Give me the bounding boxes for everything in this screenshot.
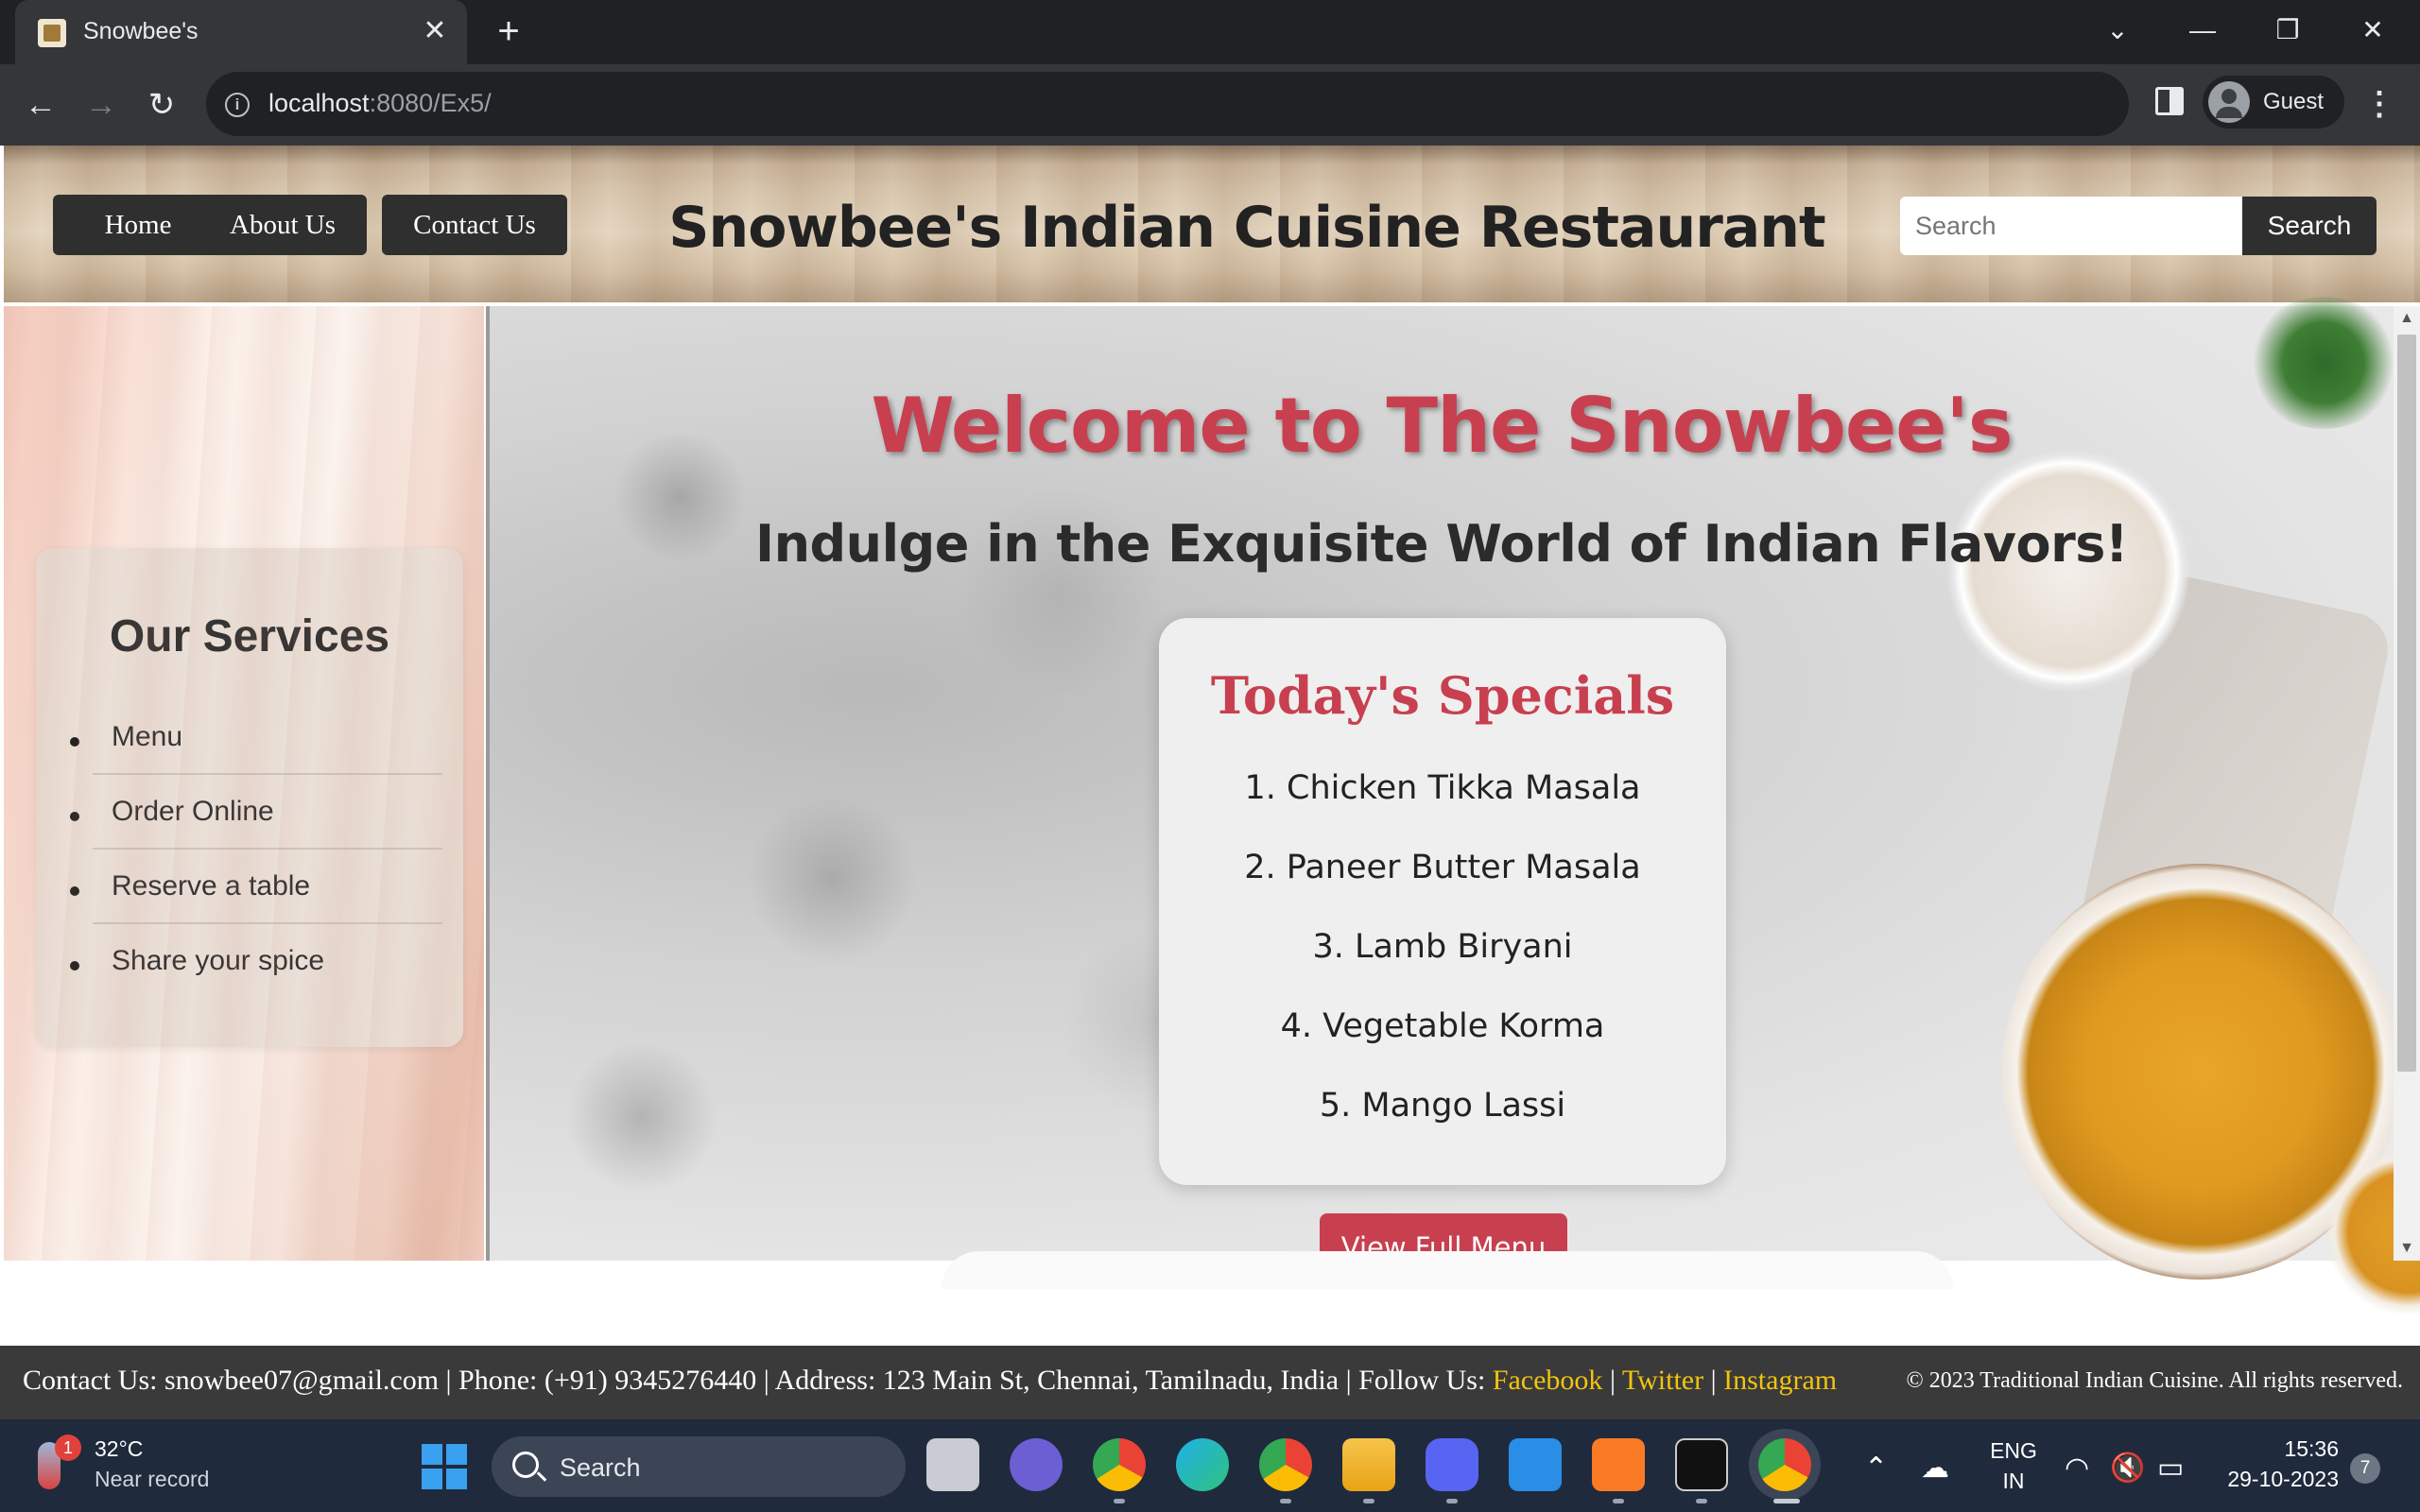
edge-app-icon[interactable] <box>1176 1438 1229 1491</box>
taskbar-search-label: Search <box>560 1453 641 1482</box>
favicon-icon <box>38 19 66 47</box>
service-share-spice[interactable]: Share your spice <box>93 923 442 999</box>
site-info-icon[interactable]: i <box>225 93 250 117</box>
browser-tab[interactable]: Snowbee's ✕ <box>15 0 467 64</box>
scroll-down-icon[interactable]: ▼ <box>2394 1236 2420 1261</box>
taskbar-search[interactable]: Search <box>492 1436 906 1497</box>
tab-close-icon[interactable]: ✕ <box>416 13 454 51</box>
page-viewport: Home About Us Contact Us Snowbee's India… <box>0 146 2420 1419</box>
service-order-online[interactable]: Order Online <box>93 774 442 850</box>
specials-card: Today's Specials 1. Chicken Tikka Masala… <box>1159 618 1726 1185</box>
bullet-icon <box>70 886 79 896</box>
sidebar: Our Services Menu Order Online Reserve a… <box>4 306 484 1261</box>
active-indicator <box>1773 1499 1800 1503</box>
page-scrollbar[interactable]: ▲ ▼ <box>2394 306 2420 1261</box>
weather-badge: 1 <box>55 1435 81 1461</box>
back-icon[interactable]: ← <box>19 83 62 127</box>
running-indicator <box>1363 1499 1374 1503</box>
nav-about-us[interactable]: About Us <box>199 195 367 255</box>
service-menu[interactable]: Menu <box>93 699 442 775</box>
running-indicator <box>1613 1499 1624 1503</box>
site-search-input[interactable] <box>1900 197 2242 255</box>
onedrive-icon[interactable]: ☁ <box>1921 1452 1949 1485</box>
file-explorer-app-icon[interactable] <box>1342 1438 1395 1491</box>
running-indicator <box>1696 1499 1707 1503</box>
minimize-button[interactable]: — <box>2174 9 2231 51</box>
discord-app-icon[interactable] <box>1426 1438 1478 1491</box>
side-panel-icon[interactable] <box>2155 87 2184 115</box>
tab-search-icon[interactable]: ⌄ <box>2089 9 2146 51</box>
scroll-thumb[interactable] <box>2397 335 2416 1072</box>
tray-overflow-icon[interactable]: ⌃ <box>1864 1452 1888 1485</box>
bullet-icon <box>70 737 79 747</box>
scroll-up-icon[interactable]: ▲ <box>2394 306 2420 331</box>
vscode-app-icon[interactable] <box>1509 1438 1562 1491</box>
running-indicator <box>1114 1499 1125 1503</box>
special-item: 2. Paneer Butter Masala <box>1244 849 1641 886</box>
browser-tab-strip: Snowbee's ✕ + ⌄ — ❐ ✕ <box>0 0 2420 64</box>
footer-copyright: © 2023 Traditional Indian Cuisine. All r… <box>1906 1368 2403 1393</box>
site-title: Snowbee's Indian Cuisine Restaurant <box>668 195 1825 261</box>
language-bottom[interactable]: IN <box>1985 1469 2042 1494</box>
footer-instagram-link[interactable]: Instagram <box>1723 1365 1837 1396</box>
site-footer: Contact Us: snowbee07@gmail.com | Phone:… <box>0 1346 2420 1419</box>
special-item: 5. Mango Lassi <box>1319 1087 1566 1125</box>
url-text[interactable]: localhost:8080/Ex5/ <box>268 89 492 118</box>
service-reserve-table[interactable]: Reserve a table <box>93 849 442 924</box>
clock-date[interactable]: 29-10-2023 <box>2206 1467 2339 1492</box>
close-window-button[interactable]: ✕ <box>2344 9 2401 51</box>
profile-button[interactable]: Guest <box>2203 76 2344 129</box>
welcome-heading: Welcome to The Snowbee's <box>871 382 2014 470</box>
profile-label: Guest <box>2263 89 2325 114</box>
windows-start-icon[interactable] <box>422 1444 467 1489</box>
volume-muted-icon[interactable]: 🔇 <box>2110 1452 2145 1485</box>
browser-menu-icon[interactable]: ⋮ <box>2363 81 2395 127</box>
address-bar[interactable]: i localhost:8080/Ex5/ <box>206 72 2129 136</box>
weather-temperature[interactable]: 32°C <box>95 1436 143 1462</box>
search-icon <box>512 1452 539 1478</box>
tagline: Indulge in the Exquisite World of Indian… <box>754 514 2129 574</box>
running-indicator <box>1446 1499 1458 1503</box>
next-section-edge <box>942 1251 1953 1289</box>
special-item: 3. Lamb Biryani <box>1312 928 1573 966</box>
file-manager-app-icon[interactable] <box>926 1438 979 1491</box>
new-tab-button[interactable]: + <box>486 11 531 53</box>
forward-icon[interactable]: → <box>79 83 123 127</box>
nav-home[interactable]: Home <box>53 195 223 255</box>
chrome-profile-app-icon[interactable] <box>1259 1438 1312 1491</box>
special-item: 4. Vegetable Korma <box>1280 1007 1605 1045</box>
zoom-app-icon[interactable] <box>1010 1438 1063 1491</box>
terminal-app-icon[interactable] <box>1675 1438 1728 1491</box>
services-card: Our Services Menu Order Online Reserve a… <box>36 548 463 1047</box>
site-header: Home About Us Contact Us Snowbee's India… <box>4 146 2420 302</box>
hero-section: Welcome to The Snowbee's Indulge in the … <box>486 297 2420 1327</box>
bullet-icon <box>70 961 79 971</box>
tab-title: Snowbee's <box>83 18 199 44</box>
services-title: Our Services <box>109 611 390 662</box>
language-top[interactable]: ENG <box>1985 1438 2042 1464</box>
footer-contact: Contact Us: snowbee07@gmail.com | Phone:… <box>23 1365 1838 1396</box>
special-item: 1. Chicken Tikka Masala <box>1244 769 1641 807</box>
notification-badge[interactable]: 7 <box>2350 1453 2380 1484</box>
bullet-icon <box>70 812 79 821</box>
clock-time[interactable]: 15:36 <box>2216 1436 2339 1462</box>
reload-icon[interactable]: ↻ <box>140 83 183 127</box>
footer-facebook-link[interactable]: Facebook <box>1493 1365 1603 1396</box>
chrome-app-icon[interactable] <box>1093 1438 1146 1491</box>
specials-title: Today's Specials <box>1210 665 1675 726</box>
restore-button[interactable]: ❐ <box>2259 9 2316 51</box>
battery-icon[interactable]: ▭ <box>2157 1452 2184 1485</box>
weather-description[interactable]: Near record <box>95 1467 209 1492</box>
browser-toolbar: ← → ↻ i localhost:8080/Ex5/ Guest ⋮ <box>0 64 2420 146</box>
xampp-app-icon[interactable] <box>1592 1438 1645 1491</box>
footer-twitter-link[interactable]: Twitter <box>1622 1365 1703 1396</box>
wifi-icon[interactable]: ◠ <box>2065 1452 2089 1485</box>
running-indicator <box>1280 1499 1291 1503</box>
taskbar: 1 32°C Near record Search ⌃ ☁ ENG IN ◠ 🔇… <box>0 1419 2420 1512</box>
avatar-icon <box>2208 81 2250 123</box>
chrome-active-app-icon[interactable] <box>1758 1438 1811 1491</box>
nav-contact-us[interactable]: Contact Us <box>382 195 567 255</box>
site-search-button[interactable]: Search <box>2242 197 2377 255</box>
